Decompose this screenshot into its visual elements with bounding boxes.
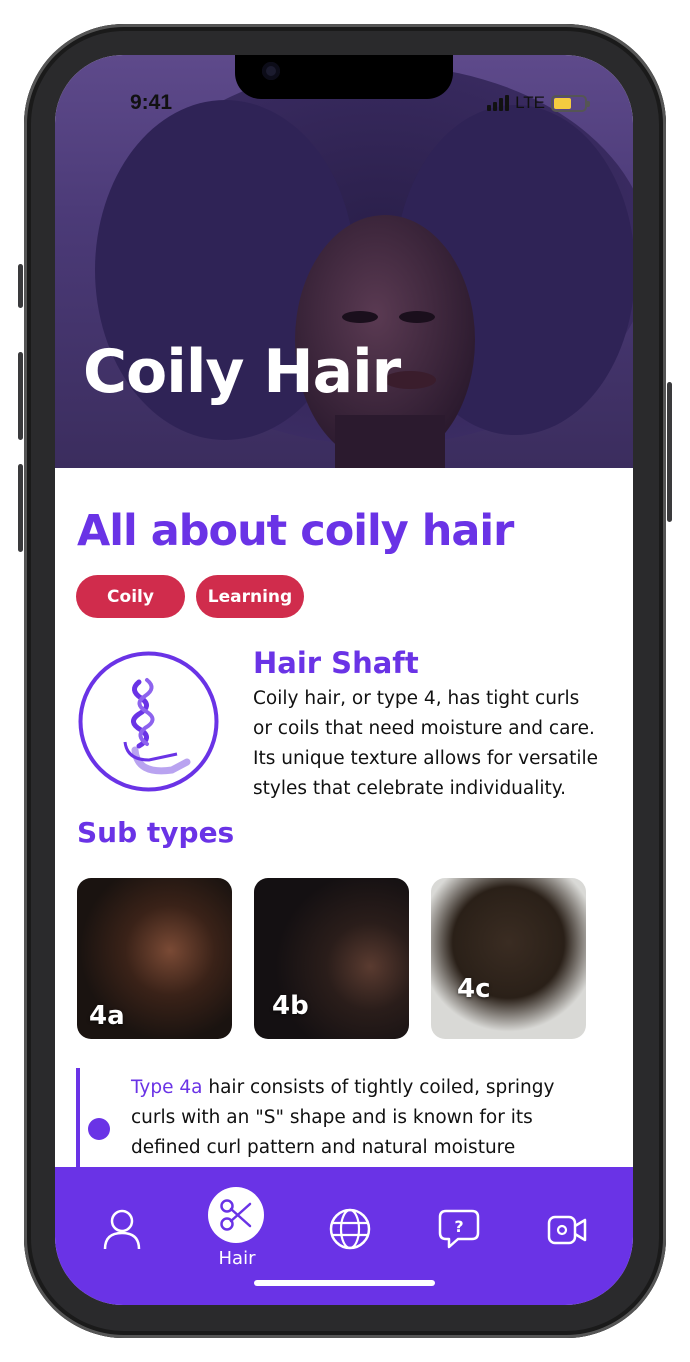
globe-icon [329, 1208, 371, 1250]
subtype-card-4b[interactable]: 4b [254, 878, 409, 1039]
subtype-list: 4a 4b 4c [77, 878, 586, 1039]
camera-icon [262, 62, 280, 80]
hero-title: Coily Hair [83, 337, 401, 407]
article-heading: All about coily hair [77, 506, 514, 556]
tag-learning[interactable]: Learning [196, 575, 304, 618]
tab-explore[interactable] [328, 1207, 372, 1251]
subtype-card-4a[interactable]: 4a [77, 878, 232, 1039]
mute-switch [18, 264, 23, 308]
subtype-label: 4a [89, 1001, 125, 1031]
tag-coily[interactable]: Coily [76, 575, 185, 618]
timeline-dot [88, 1118, 110, 1140]
section-text: Coily hair, or type 4, has tight curls o… [253, 688, 598, 799]
subtype-label: 4b [272, 991, 309, 1021]
person-icon [103, 1209, 141, 1250]
status-time: 9:41 [130, 91, 173, 114]
tab-hair-label: Hair [218, 1248, 256, 1269]
subtype-label: 4c [457, 974, 491, 1004]
subtypes-title: Sub types [77, 816, 235, 849]
tab-video[interactable] [547, 1213, 587, 1247]
subtype-highlight[interactable]: Type 4a [131, 1077, 202, 1098]
video-icon [547, 1215, 587, 1245]
tag-list: Coily Learning [76, 575, 304, 618]
question-chat-icon: ? [438, 1209, 480, 1249]
scissors-icon [220, 1199, 252, 1231]
volume-down-button [18, 464, 23, 552]
battery-icon [551, 94, 590, 112]
tab-profile[interactable] [103, 1209, 141, 1251]
notch [235, 55, 453, 99]
network-label: LTE [515, 93, 545, 112]
subtype-card-4c[interactable]: 4c [431, 878, 586, 1039]
app-screen: Coily Hair 9:41 LTE All about coily hair… [55, 55, 633, 1305]
volume-up-button [18, 352, 23, 440]
section-title: Hair Shaft [253, 646, 419, 680]
home-indicator[interactable] [254, 1280, 435, 1286]
hair-shaft-icon [78, 651, 219, 792]
hero-image: Coily Hair [55, 55, 633, 468]
signal-icon [487, 95, 510, 111]
tab-hair[interactable] [208, 1187, 264, 1243]
svg-text:?: ? [454, 1217, 463, 1236]
power-button [667, 382, 672, 522]
tab-help[interactable]: ? [438, 1209, 480, 1249]
